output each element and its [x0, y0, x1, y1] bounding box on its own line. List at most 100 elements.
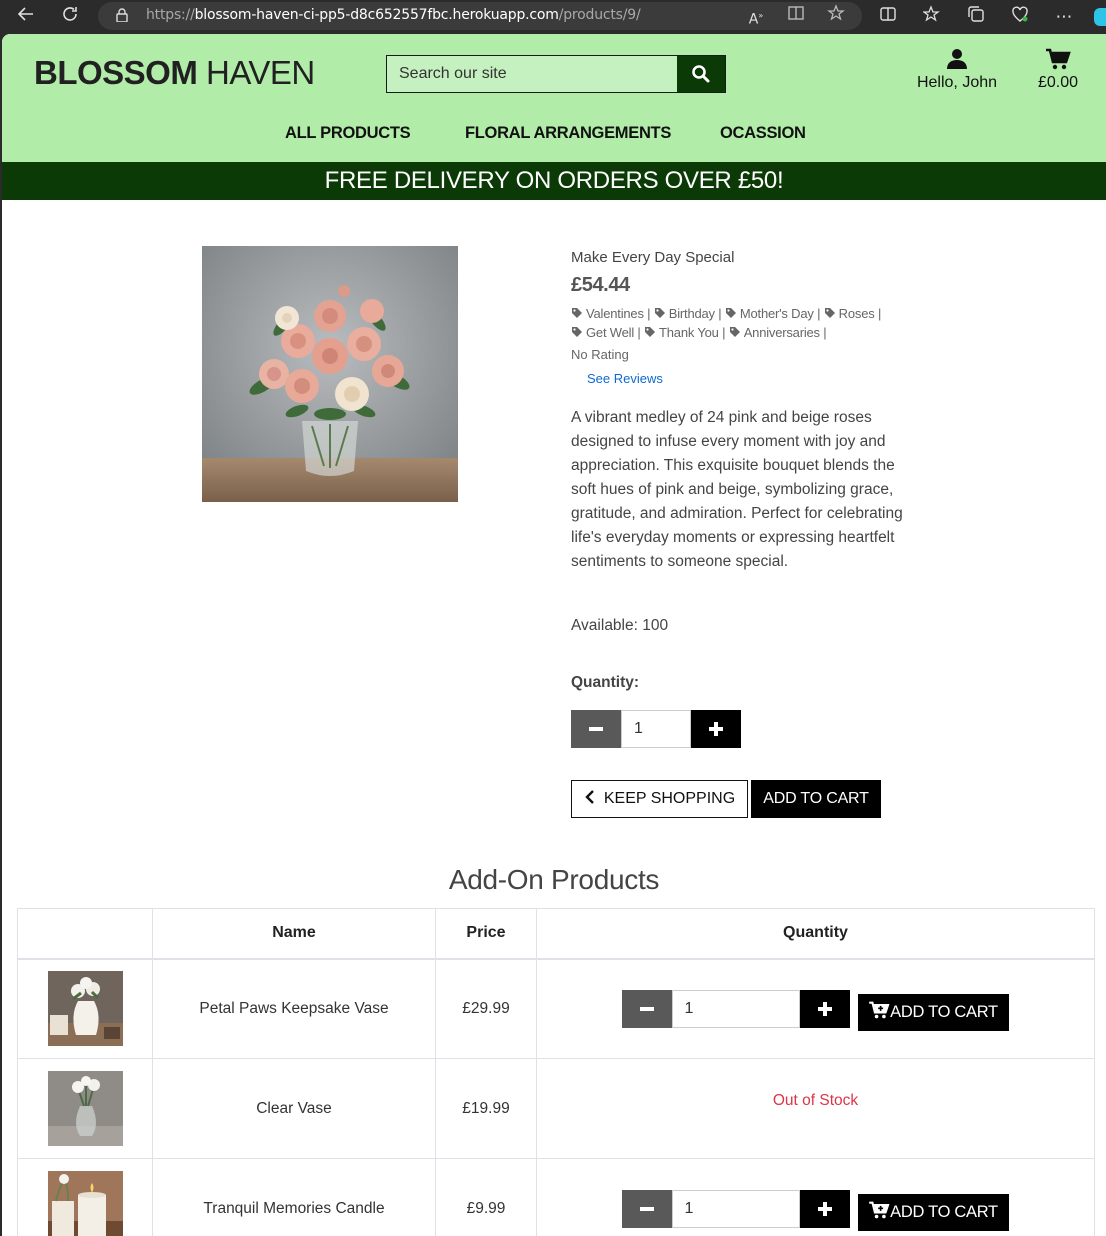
- table-row: Clear Vase £19.99 Out of Stock: [17, 1058, 1095, 1159]
- product-tag-label: Birthday: [668, 306, 715, 321]
- increment-button[interactable]: [799, 989, 850, 1028]
- search-button[interactable]: [677, 56, 725, 92]
- cart-plus-icon: [869, 1001, 890, 1019]
- addon-add-label: ADD TO CART: [890, 1002, 998, 1021]
- cart-icon: [1046, 48, 1071, 70]
- cart-plus-icon: [869, 1201, 890, 1218]
- account-menu[interactable]: Hello, John: [912, 48, 1002, 92]
- column-header-price: Price: [435, 908, 537, 960]
- add-to-cart-button[interactable]: ADD TO CART: [751, 780, 881, 818]
- increment-button[interactable]: [691, 710, 741, 748]
- decrement-button[interactable]: [621, 1189, 672, 1228]
- addon-add-to-cart-button[interactable]: ADD TO CART: [857, 1193, 1009, 1231]
- minus-icon: [639, 1206, 654, 1211]
- product-price: £54.44: [571, 274, 630, 296]
- plus-icon: [817, 1001, 832, 1016]
- column-header-name: Name: [152, 908, 436, 960]
- quantity-input[interactable]: [671, 1189, 800, 1228]
- collections-icon[interactable]: [964, 5, 988, 29]
- addon-price: £9.99: [435, 1158, 537, 1236]
- candle-image[interactable]: [47, 1171, 123, 1236]
- product-tag: Get Well: [571, 325, 634, 340]
- url-text: https://blossom-haven-ci-pp5-d8c652557fb…: [146, 7, 641, 23]
- product-image: [202, 246, 458, 502]
- product-tag: Birthday: [654, 306, 715, 321]
- table-row: Tranquil Memories Candle £9.99 ADD TO CA…: [17, 1158, 1095, 1236]
- addon-name: Petal Paws Keepsake Vase: [152, 958, 436, 1059]
- cart-link[interactable]: £0.00: [1028, 48, 1088, 92]
- product-availability: Available: 100: [571, 617, 669, 634]
- product-tags: Valentines | Birthday | Mother's Day | R…: [571, 304, 916, 342]
- addon-add-label: ADD TO CART: [890, 1202, 998, 1221]
- product-tag: Roses: [824, 306, 875, 321]
- cart-total: £0.00: [1037, 74, 1079, 91]
- product-rating: No Rating: [571, 347, 629, 362]
- product-tag: Thank You: [644, 325, 719, 340]
- copilot-icon[interactable]: [1094, 8, 1106, 26]
- addon-thumbnail-cell: [17, 1058, 153, 1159]
- minus-icon: [589, 727, 603, 731]
- vase-keepsake-image[interactable]: [47, 971, 123, 1047]
- tag-icon: [725, 308, 736, 318]
- addon-quantity-cell: ADD TO CART: [536, 1158, 1095, 1236]
- addon-thumbnail-cell: [17, 958, 153, 1059]
- nav-floral-arrangements[interactable]: FLORAL ARRANGEMENTS: [465, 124, 671, 143]
- quantity-input[interactable]: [621, 710, 691, 748]
- site-logo[interactable]: BLOSSOM HAVEN: [34, 54, 315, 92]
- out-of-stock-label: Out of Stock: [772, 1091, 859, 1109]
- nav-all-products[interactable]: ALL PRODUCTS: [285, 124, 411, 143]
- table-header-row: Name Price Quantity: [17, 908, 1095, 960]
- search-form: [386, 55, 726, 93]
- product-tag-label: Thank You: [659, 325, 719, 340]
- product-tag-label: Valentines: [586, 306, 644, 321]
- read-aloud-icon[interactable]: A»: [744, 4, 768, 28]
- browser-essentials-icon[interactable]: [1008, 5, 1032, 29]
- lock-icon: [116, 8, 128, 22]
- delivery-banner: FREE DELIVERY ON ORDERS OVER £50!: [2, 162, 1106, 200]
- tag-icon: [572, 308, 582, 318]
- product-tag: Anniversaries: [729, 325, 820, 340]
- product-tag: Mother's Day: [725, 306, 814, 321]
- quantity-input[interactable]: [671, 989, 800, 1028]
- browser-toolbar: https://blossom-haven-ci-pp5-d8c652557fb…: [0, 0, 1106, 34]
- product-tag: Valentines: [571, 306, 644, 321]
- user-icon: [947, 49, 967, 69]
- immersive-reader-icon[interactable]: [784, 4, 808, 28]
- chevron-left-icon: [585, 790, 594, 804]
- more-menu-icon[interactable]: ⋯: [1052, 5, 1076, 29]
- increment-button[interactable]: [799, 1189, 850, 1228]
- addon-name: Tranquil Memories Candle: [152, 1158, 436, 1236]
- product-tag-label: Roses: [838, 306, 875, 321]
- split-screen-icon[interactable]: [876, 5, 900, 29]
- address-bar[interactable]: https://blossom-haven-ci-pp5-d8c652557fb…: [98, 2, 862, 30]
- keep-shopping-label: KEEP SHOPPING: [603, 790, 736, 807]
- reload-icon[interactable]: [58, 5, 82, 29]
- product-tag-label: Anniversaries: [743, 325, 820, 340]
- favorite-star-icon[interactable]: [824, 4, 848, 28]
- clear-vase-image[interactable]: [47, 1071, 123, 1146]
- addon-name: Clear Vase: [152, 1058, 436, 1159]
- quantity-label: Quantity:: [571, 674, 640, 691]
- decrement-button[interactable]: [621, 989, 672, 1028]
- addon-price: £29.99: [435, 958, 537, 1059]
- column-header-image: [17, 908, 153, 960]
- table-row: Petal Paws Keepsake Vase £29.99 ADD TO C…: [17, 958, 1095, 1059]
- addon-quantity-cell: Out of Stock: [536, 1058, 1095, 1159]
- account-label: Hello, John: [916, 74, 998, 91]
- back-arrow-icon[interactable]: [14, 5, 38, 29]
- addon-add-to-cart-button[interactable]: ADD TO CART: [857, 993, 1009, 1031]
- plus-icon: [817, 1201, 832, 1216]
- product-description: A vibrant medley of 24 pink and beige ro…: [571, 409, 903, 570]
- site-viewport: BLOSSOM HAVEN Hello, John £0.00 ALL PROD…: [2, 34, 1106, 1236]
- decrement-button[interactable]: [571, 710, 621, 748]
- quantity-stepper: ADD TO CART: [621, 1189, 1010, 1231]
- search-input[interactable]: [387, 56, 677, 92]
- product-name: Make Every Day Special: [571, 249, 735, 266]
- nav-occasion[interactable]: OCASSION: [720, 124, 806, 143]
- tag-icon: [654, 308, 665, 318]
- see-reviews-link[interactable]: See Reviews: [587, 371, 663, 386]
- favorites-icon[interactable]: [920, 5, 944, 29]
- tag-icon: [645, 327, 656, 337]
- keep-shopping-button[interactable]: KEEP SHOPPING: [571, 780, 748, 818]
- addon-quantity-cell: ADD TO CART: [536, 958, 1095, 1059]
